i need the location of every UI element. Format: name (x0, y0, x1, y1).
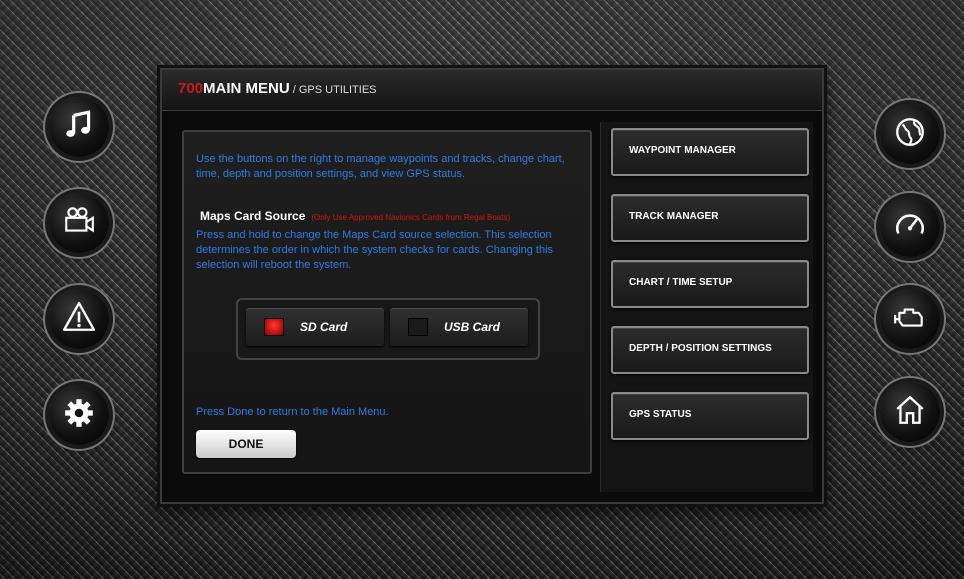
breadcrumb-subtitle: GPS UTILITIES (298, 84, 377, 96)
sd-card-indicator (264, 318, 284, 336)
maps-card-heading: Maps Card Source (Only Use Approved Navio… (200, 209, 510, 223)
sd-card-button[interactable]: SD Card (246, 308, 384, 346)
maps-card-title: Maps Card Source (200, 209, 306, 223)
gps-status-button[interactable]: GPS STATUS (611, 392, 809, 440)
gear-icon (62, 396, 96, 435)
speedometer-icon (893, 208, 927, 247)
sd-card-label: SD Card (300, 320, 348, 334)
navigation-button[interactable] (880, 104, 940, 164)
menu-item-label: WAYPOINT MANAGER (629, 145, 736, 156)
menu-title: MAIN MENU (203, 80, 290, 97)
music-note-icon (62, 108, 96, 147)
depth-position-settings-button[interactable]: DEPTH / POSITION SETTINGS (611, 326, 809, 374)
gps-menu: WAYPOINT MANAGER TRACK MANAGER CHART / T… (600, 122, 813, 492)
settings-button[interactable] (49, 385, 109, 445)
home-button[interactable] (880, 382, 940, 442)
globe-icon (893, 115, 927, 154)
maps-card-note: (Only Use Approved Navionics Cards from … (311, 213, 511, 222)
home-icon (893, 393, 927, 432)
intro-text: Use the buttons on the right to manage w… (196, 153, 565, 180)
content-area: Use the buttons on the right to manage w… (182, 130, 592, 474)
warning-icon (62, 300, 96, 339)
usb-card-button[interactable]: USB Card (390, 308, 528, 346)
maps-card-description: Press and hold to change the Maps Card s… (196, 229, 554, 271)
track-manager-button[interactable]: TRACK MANAGER (611, 194, 809, 242)
gauges-button[interactable] (880, 197, 940, 257)
model-number: 700 (178, 80, 204, 97)
usb-card-indicator (408, 318, 428, 336)
warning-button[interactable] (49, 289, 109, 349)
music-button[interactable] (49, 97, 109, 157)
menu-item-label: GPS STATUS (629, 409, 692, 420)
menu-item-label: CHART / TIME SETUP (629, 277, 733, 288)
page-title: 700MAIN MENU / GPS UTILITIES (178, 80, 377, 97)
video-button[interactable] (49, 193, 109, 253)
menu-item-label: DEPTH / POSITION SETTINGS (629, 343, 772, 354)
done-prompt: Press Done to return to the Main Menu. (196, 406, 389, 418)
menu-item-label: TRACK MANAGER (629, 211, 719, 222)
chart-time-setup-button[interactable]: CHART / TIME SETUP (611, 260, 809, 308)
main-panel: 700MAIN MENU / GPS UTILITIES Use the but… (160, 68, 824, 504)
done-button[interactable]: DONE (196, 430, 296, 458)
title-separator: / (289, 84, 299, 96)
usb-card-label: USB Card (444, 320, 501, 334)
waypoint-manager-button[interactable]: WAYPOINT MANAGER (611, 128, 809, 176)
card-source-selector: SD Card USB Card (236, 298, 540, 360)
title-bar: 700MAIN MENU / GPS UTILITIES (162, 70, 822, 111)
engine-icon (893, 300, 927, 339)
engine-button[interactable] (880, 289, 940, 349)
video-camera-icon (62, 204, 96, 243)
